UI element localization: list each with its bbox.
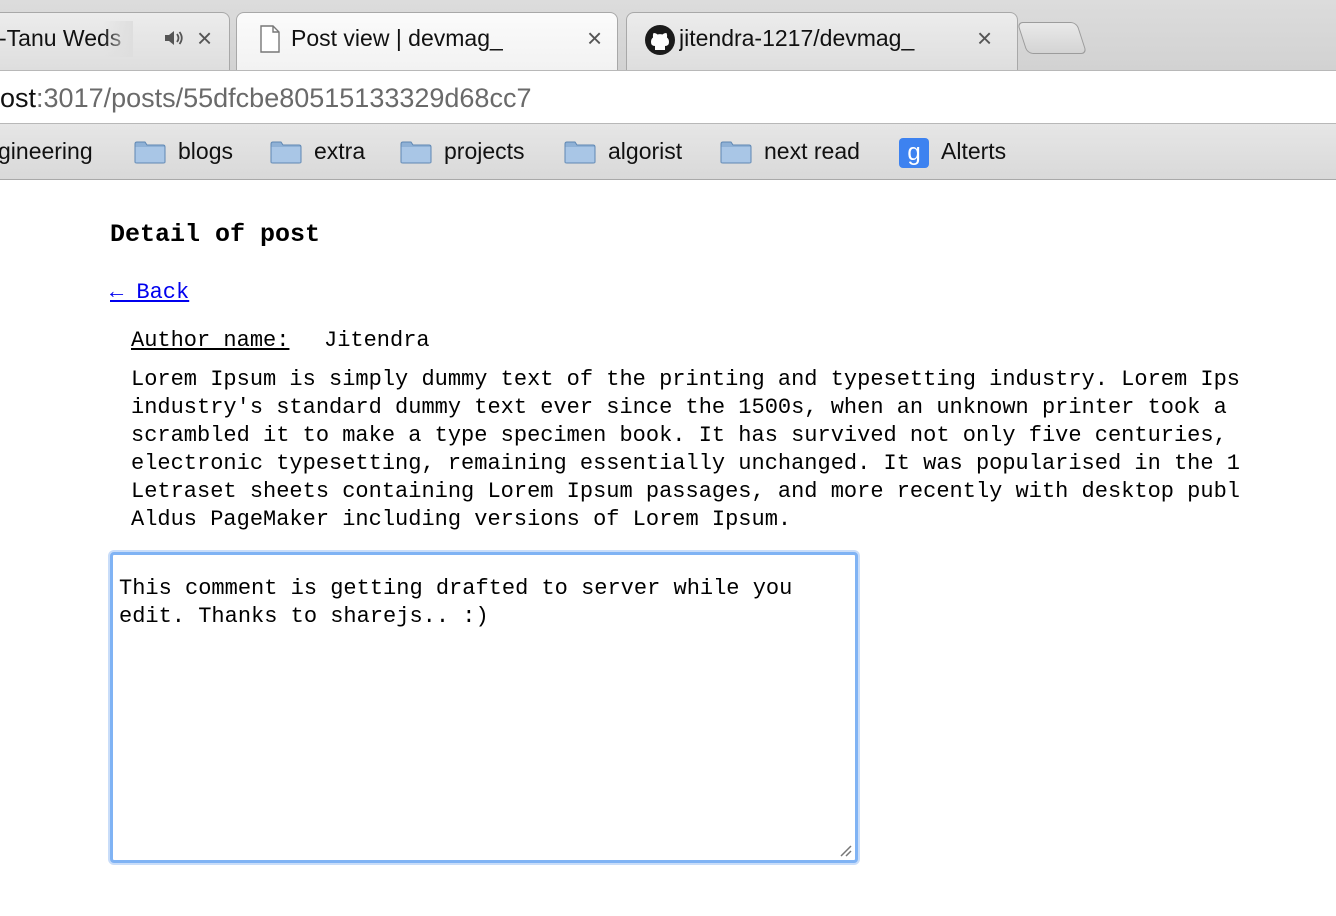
url-path: :3017/posts/55dfcbe80515133329d68cc7: [36, 83, 532, 113]
resize-grip-icon[interactable]: [836, 841, 852, 857]
bookmark-label: projects: [444, 138, 525, 164]
tab-tanu-weds-manu[interactable]: -Tanu Weds Ma ×: [0, 12, 230, 70]
folder-icon: [270, 141, 302, 164]
page-content: Detail of post ← Back Author name: Jiten…: [0, 180, 1336, 916]
bookmark-label: Alterts: [941, 138, 1007, 164]
tab-title: jitendra-1217/devmag_: [679, 25, 915, 51]
google-icon: g: [899, 138, 929, 168]
post-body-line: Aldus PageMaker including versions of Lo…: [131, 507, 792, 532]
back-link[interactable]: ← Back: [110, 280, 189, 305]
title-fade: [103, 21, 133, 57]
tab-close-button[interactable]: ×: [977, 23, 992, 53]
bookmark-blogs[interactable]: blogs: [134, 138, 254, 166]
speaker-icon[interactable]: [163, 28, 185, 48]
bookmark-alterts[interactable]: g Alterts: [899, 138, 1024, 168]
address-bar[interactable]: ost:3017/posts/55dfcbe80515133329d68cc7: [0, 71, 1336, 124]
tab-close-button[interactable]: ×: [197, 23, 212, 53]
bookmark-next-read[interactable]: next read: [720, 138, 875, 166]
bookmark-engineering[interactable]: gineering: [0, 138, 120, 166]
bookmark-algorist[interactable]: algorist: [564, 138, 694, 166]
bookmark-label: next read: [764, 138, 860, 164]
tab-close-button[interactable]: ×: [587, 23, 602, 53]
post-body-line: scrambled it to make a type specimen boo…: [131, 423, 1227, 448]
post-body-line: industry's standard dummy text ever sinc…: [131, 395, 1227, 420]
tab-title: Post view | devmag_: [291, 25, 503, 51]
page-title: Detail of post: [110, 220, 321, 249]
post-body-line: electronic typesetting, remaining essent…: [131, 451, 1240, 476]
bookmark-extra[interactable]: extra: [270, 138, 380, 166]
tab-strip: -Tanu Weds Ma × Post view | devmag_ × ji…: [0, 0, 1336, 71]
bookmark-label: algorist: [608, 138, 683, 164]
comment-textarea[interactable]: This comment is getting drafted to serve…: [110, 552, 858, 863]
url-host: ost: [0, 83, 37, 113]
author-label: Author name:: [131, 328, 290, 353]
url-text[interactable]: ost:3017/posts/55dfcbe80515133329d68cc7: [0, 83, 531, 114]
folder-icon: [400, 141, 432, 164]
folder-icon: [134, 141, 166, 164]
tab-github-devmag[interactable]: jitendra-1217/devmag_ ×: [626, 12, 1018, 70]
bookmark-label: blogs: [178, 138, 233, 164]
tab-post-view[interactable]: Post view | devmag_ ×: [236, 12, 618, 70]
bookmarks-bar: gineering blogs extra projects algorist: [0, 124, 1336, 180]
bookmark-projects[interactable]: projects: [400, 138, 540, 166]
folder-icon: [564, 141, 596, 164]
author-name: Jitendra: [324, 328, 430, 353]
folder-icon: [720, 141, 752, 164]
post-body-line: Letraset sheets containing Lorem Ipsum p…: [131, 479, 1240, 504]
page-icon: [260, 25, 280, 53]
new-tab-button[interactable]: [1016, 22, 1088, 54]
github-icon: [645, 25, 675, 55]
post-body-line: Lorem Ipsum is simply dummy text of the …: [131, 367, 1240, 392]
bookmark-label: gineering: [0, 138, 93, 164]
bookmark-label: extra: [314, 138, 366, 164]
